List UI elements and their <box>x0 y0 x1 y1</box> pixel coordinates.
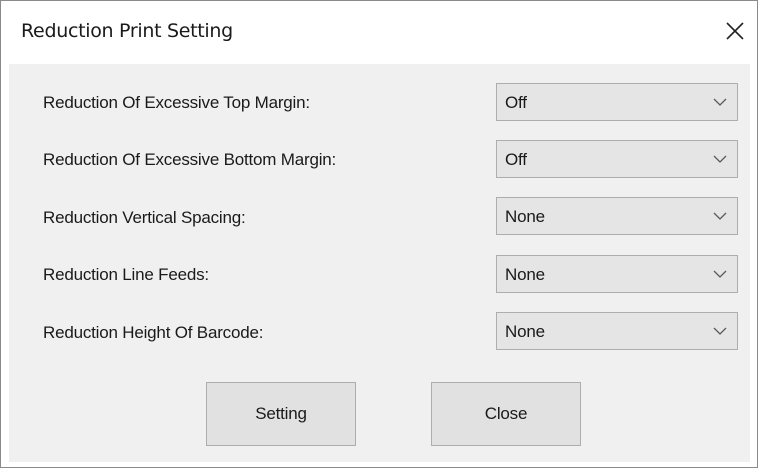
barcode-height-value: None <box>505 322 545 341</box>
chevron-down-icon <box>713 98 727 106</box>
line-feeds-value: None <box>505 265 545 284</box>
vertical-spacing-label: Reduction Vertical Spacing: <box>43 208 246 227</box>
bottom-margin-label: Reduction Of Excessive Bottom Margin: <box>43 150 337 169</box>
line-feeds-select[interactable]: None <box>496 255 738 293</box>
setting-button[interactable]: Setting <box>206 382 356 446</box>
chevron-down-icon <box>713 155 727 163</box>
close-button[interactable]: Close <box>431 382 581 446</box>
close-icon[interactable] <box>715 11 755 51</box>
chevron-down-icon <box>713 327 727 335</box>
bottom-margin-value: Off <box>505 150 527 169</box>
vertical-spacing-value: None <box>505 207 545 226</box>
reduction-print-setting-dialog: Reduction Print Setting Reduction Of Exc… <box>0 0 758 468</box>
title-bar: Reduction Print Setting <box>1 1 757 64</box>
line-feeds-label: Reduction Line Feeds: <box>43 265 209 284</box>
chevron-down-icon <box>713 212 727 220</box>
barcode-height-label: Reduction Height Of Barcode: <box>43 323 264 342</box>
top-margin-select[interactable]: Off <box>496 83 738 121</box>
barcode-height-select[interactable]: None <box>496 312 738 350</box>
vertical-spacing-select[interactable]: None <box>496 197 738 235</box>
bottom-margin-select[interactable]: Off <box>496 140 738 178</box>
top-margin-label: Reduction Of Excessive Top Margin: <box>43 93 310 112</box>
chevron-down-icon <box>713 270 727 278</box>
settings-panel: Reduction Of Excessive Top Margin: Off R… <box>9 64 750 462</box>
window-title: Reduction Print Setting <box>21 20 233 42</box>
top-margin-value: Off <box>505 93 527 112</box>
